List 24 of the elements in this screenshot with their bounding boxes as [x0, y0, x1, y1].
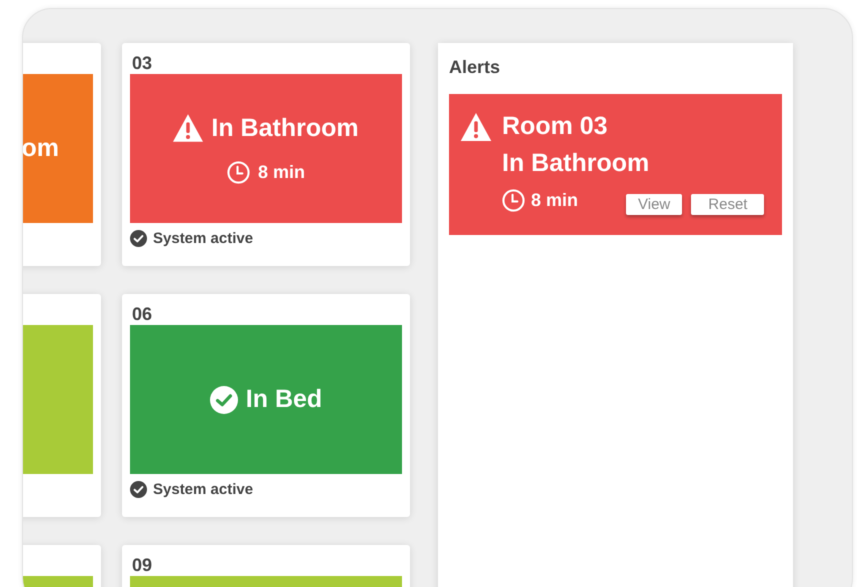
room-card[interactable]: 03 In Bathroom 8 min System active: [122, 43, 410, 266]
room-card[interactable]: 06 In Bed System active: [122, 294, 410, 517]
clock-icon: [226, 160, 250, 184]
check-circle-icon: [210, 386, 238, 414]
duration-label: 8 min: [531, 190, 578, 211]
clock-icon: [502, 189, 525, 212]
system-status: System active: [153, 230, 254, 247]
status-label: In Bed: [246, 385, 322, 414]
room-number: 03: [131, 52, 154, 74]
alert-action-button[interactable]: Reset: [691, 194, 764, 215]
warning-icon: [173, 114, 204, 142]
alert-room: Room 03: [502, 112, 609, 141]
system-status: System active: [153, 481, 254, 498]
panel-title: Alerts: [449, 57, 500, 78]
duration-label: 8 min: [258, 162, 305, 182]
room-number: 09: [131, 554, 154, 576]
check-circle-icon: [130, 230, 147, 247]
status-label: In Bathroom: [211, 114, 359, 142]
alert-status: In Bathroom: [502, 149, 650, 178]
alert-action-button[interactable]: View: [626, 194, 682, 215]
room-number: 06: [131, 303, 154, 325]
room-card[interactable]: 09: [122, 545, 410, 587]
check-circle-icon: [130, 481, 147, 498]
warning-icon: [460, 112, 492, 140]
